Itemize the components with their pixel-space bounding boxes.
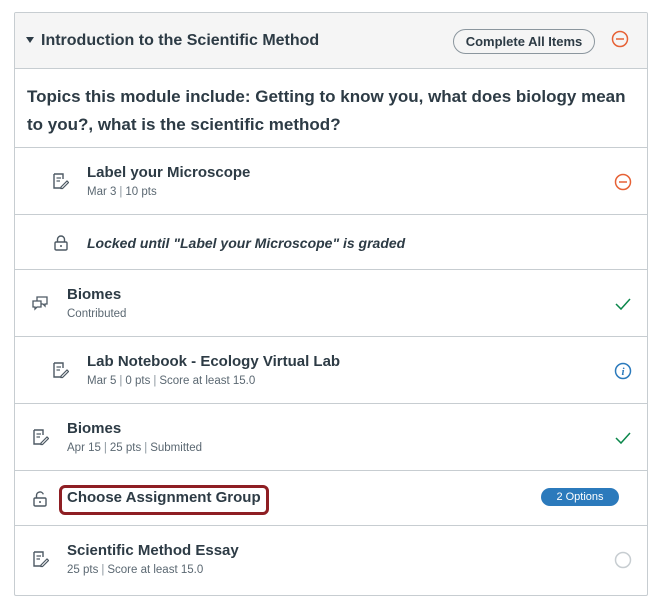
checkmark-icon: [615, 298, 631, 311]
item-title[interactable]: Label your Microscope: [87, 164, 250, 181]
caret-down-icon[interactable]: [25, 35, 35, 45]
lock-icon: [54, 235, 68, 251]
empty-circle-icon[interactable]: [614, 551, 632, 569]
info-icon[interactable]: i: [614, 362, 632, 380]
due-date: Mar 3: [87, 186, 117, 198]
assignment-icon: [33, 429, 49, 446]
requirement: Score at least 15.0: [107, 564, 204, 576]
options-badge[interactable]: 2 Options: [541, 488, 619, 506]
item-meta: Contributed: [67, 308, 127, 320]
submission-status: Submitted: [150, 442, 202, 454]
assignment-icon: [53, 173, 69, 190]
locked-message: Locked until "Label your Microscope" is …: [87, 235, 406, 251]
module-title[interactable]: Introduction to the Scientific Method: [41, 32, 319, 50]
checkmark-icon: [615, 432, 631, 445]
item-meta: Mar 3 | 10 pts: [87, 186, 157, 198]
discussion-icon: [32, 296, 48, 311]
points: 25 pts: [67, 564, 99, 576]
due-date: Apr 15: [67, 442, 101, 454]
item-meta: 25 pts | Score at least 15.0: [67, 564, 204, 576]
item-meta: Mar 5 | 0 pts | Score at least 15.0: [87, 375, 256, 387]
item-meta: Apr 15 | 25 pts | Submitted: [67, 442, 202, 454]
svg-text:i: i: [621, 366, 625, 378]
minus-circle-icon: [611, 30, 629, 48]
due-date: Mar 5: [87, 375, 117, 387]
points: 25 pts: [109, 442, 142, 454]
assignment-icon: [33, 551, 49, 568]
item-title[interactable]: Biomes: [67, 420, 121, 437]
module-item-choose-assignment-group[interactable]: Choose Assignment Group 2 Options: [15, 471, 647, 526]
module-item-biomes-assignment[interactable]: Biomes Apr 15 | 25 pts | Submitted: [15, 404, 647, 471]
module-overview: Topics this module include: Getting to k…: [15, 69, 647, 148]
module-item-lab-notebook[interactable]: Lab Notebook - Ecology Virtual Lab Mar 5…: [15, 337, 647, 404]
item-title[interactable]: Biomes: [67, 286, 121, 303]
assignment-icon: [53, 362, 69, 379]
unlock-icon: [33, 491, 47, 507]
module-header[interactable]: Introduction to the Scientific Method Co…: [15, 13, 647, 69]
minus-circle-icon[interactable]: [614, 173, 632, 191]
requirement: Score at least 15.0: [159, 375, 256, 387]
item-title[interactable]: Choose Assignment Group: [67, 489, 261, 506]
points: 0 pts: [125, 375, 151, 387]
points: 10 pts: [125, 186, 157, 198]
module-item-biomes-discussion[interactable]: Biomes Contributed: [15, 270, 647, 337]
complete-all-items-button[interactable]: Complete All Items: [453, 29, 595, 54]
module-item-locked: Locked until "Label your Microscope" is …: [15, 215, 647, 270]
module-container: Introduction to the Scientific Method Co…: [14, 12, 648, 596]
module-item-scientific-method-essay[interactable]: Scientific Method Essay 25 pts | Score at …: [15, 526, 647, 595]
item-title[interactable]: Scientific Method Essay: [67, 542, 239, 559]
module-item-label-microscope[interactable]: Label your Microscope Mar 3 | 10 pts: [15, 148, 647, 215]
item-title[interactable]: Lab Notebook - Ecology Virtual Lab: [87, 353, 340, 370]
